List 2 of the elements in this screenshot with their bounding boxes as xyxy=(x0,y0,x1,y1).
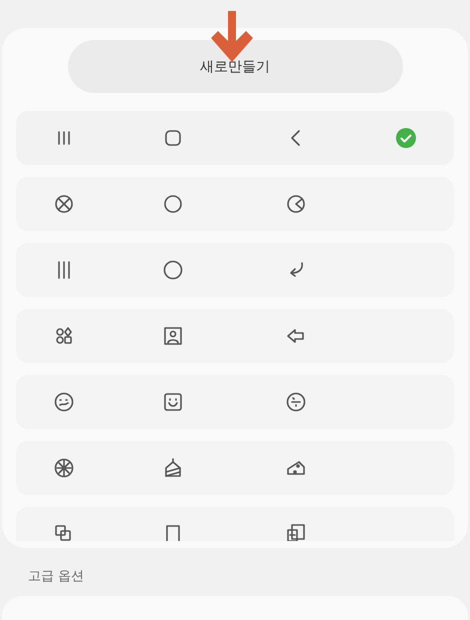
section-title: 고급 옵션 xyxy=(28,568,84,585)
create-new-button[interactable]: 새로만들기 xyxy=(68,40,402,93)
